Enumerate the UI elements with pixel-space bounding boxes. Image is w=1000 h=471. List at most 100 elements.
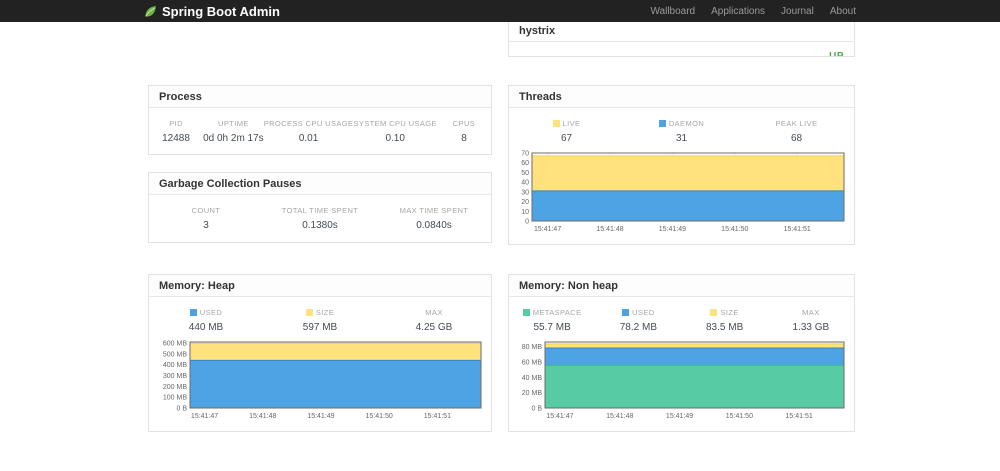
svg-text:50: 50 (521, 170, 529, 177)
svg-text:40 MB: 40 MB (522, 375, 543, 382)
legend-swatch-daemon (658, 120, 666, 127)
svg-text:20 MB: 20 MB (522, 390, 543, 397)
brand-title: Spring Boot Admin (162, 3, 280, 19)
metric-pid: PID 12488 (149, 119, 203, 144)
legend-metaspace: METASPACE 55.7 MB (509, 308, 595, 333)
memory-heap-card: Memory: Heap USED 440 MB SIZE 597 MB MAX… (148, 274, 492, 432)
legend-value: 440 MB (188, 322, 224, 333)
legend-label: MAX (377, 308, 491, 317)
legend-label: PEAK LIVE (739, 119, 854, 128)
svg-text:60 MB: 60 MB (522, 359, 543, 366)
process-metrics: PID 12488 UPTIME 0d 0h 2m 17s PROCESS CP… (149, 108, 491, 144)
svg-text:0: 0 (525, 219, 529, 226)
legend-size: SIZE 83.5 MB (682, 308, 768, 333)
legend-swatch-size (710, 309, 718, 316)
nonheap-card-title: Memory: Non heap (509, 275, 854, 297)
svg-text:15:41:49: 15:41:49 (659, 226, 686, 233)
metric-label: COUNT (191, 206, 221, 215)
metric-value: 12488 (162, 133, 190, 144)
svg-text:15:41:48: 15:41:48 (596, 226, 623, 233)
legend-label: DAEMON (624, 119, 739, 128)
legend-value: 597 MB (302, 322, 338, 333)
legend-label-text: SIZE (315, 308, 335, 317)
legend-label-text: USED (199, 308, 223, 317)
navbar: Spring Boot Admin Wallboard Applications… (0, 0, 1000, 22)
metric-uptime: UPTIME 0d 0h 2m 17s (203, 119, 264, 144)
svg-text:300 MB: 300 MB (163, 373, 187, 380)
svg-text:15:41:51: 15:41:51 (424, 413, 451, 420)
legend-value: 55.7 MB (533, 322, 571, 333)
svg-text:30: 30 (521, 189, 529, 196)
legend-label-text: METASPACE (532, 308, 582, 317)
metric-process-cpu-usage: PROCESS CPU USAGE 0.01 (264, 119, 354, 144)
legend-value: 31 (675, 133, 688, 144)
legend-daemon: DAEMON 31 (624, 119, 739, 144)
svg-text:200 MB: 200 MB (163, 384, 187, 391)
gc-card-title: Garbage Collection Pauses (149, 173, 491, 195)
svg-text:0 B: 0 B (531, 406, 542, 413)
legend-label-text: USED (632, 308, 655, 317)
application-status-card: hystrix UP (508, 22, 855, 57)
svg-text:15:41:47: 15:41:47 (191, 413, 218, 420)
svg-text:15:41:50: 15:41:50 (366, 413, 393, 420)
legend-label-text: MAX (802, 308, 820, 317)
legend-max: MAX 1.33 GB (768, 308, 854, 333)
gc-metrics: COUNT 3 TOTAL TIME SPENT 0.1380s MAX TIM… (149, 195, 491, 231)
navbar-inner: Spring Boot Admin Wallboard Applications… (144, 0, 856, 22)
nonheap-legend: METASPACE 55.7 MB USED 78.2 MB SIZE 83.5… (509, 297, 854, 333)
legend-label-text: MAX (425, 308, 443, 317)
nav-link-wallboard[interactable]: Wallboard (650, 6, 695, 17)
legend-label: SIZE (263, 308, 377, 317)
legend-used: USED 440 MB (149, 308, 263, 333)
legend-value: 83.5 MB (706, 322, 744, 333)
brand[interactable]: Spring Boot Admin (144, 4, 280, 19)
gc-pauses-card: Garbage Collection Pauses COUNT 3 TOTAL … (148, 172, 492, 243)
memory-heap-chart: 600 MB 500 MB 400 MB 300 MB 200 MB 100 MB 0 B 1… (157, 339, 483, 421)
metric-value: 0.0840s (416, 220, 452, 231)
legend-used: USED 78.2 MB (595, 308, 681, 333)
metric-label: TOTAL TIME SPENT (281, 206, 359, 215)
process-card-title: Process (149, 86, 491, 108)
legend-peak-live: PEAK LIVE 68 (739, 119, 854, 144)
heap-legend: USED 440 MB SIZE 597 MB MAX 4.25 GB (149, 297, 491, 333)
svg-text:0 B: 0 B (176, 406, 187, 413)
svg-text:100 MB: 100 MB (163, 395, 187, 402)
legend-label: USED (149, 308, 263, 317)
metric-label: PROCESS CPU USAGE (263, 119, 354, 128)
svg-text:15:41:49: 15:41:49 (666, 413, 693, 420)
legend-swatch-used (189, 309, 197, 316)
svg-text:60: 60 (521, 160, 529, 167)
application-row[interactable]: hystrix (509, 22, 854, 42)
legend-value: 67 (560, 133, 573, 144)
metric-gc-total-time: TOTAL TIME SPENT 0.1380s (263, 206, 377, 231)
legend-value: 68 (790, 133, 803, 144)
nav-link-about[interactable]: About (830, 6, 856, 17)
legend-label-text: LIVE (562, 119, 581, 128)
svg-text:15:41:50: 15:41:50 (726, 413, 753, 420)
svg-text:15:41:47: 15:41:47 (546, 413, 573, 420)
legend-label: MAX (768, 308, 854, 317)
metric-gc-count: COUNT 3 (149, 206, 263, 231)
legend-value: 78.2 MB (619, 322, 657, 333)
memory-nonheap-card: Memory: Non heap METASPACE 55.7 MB USED … (508, 274, 855, 432)
nav-link-journal[interactable]: Journal (781, 6, 814, 17)
svg-text:40: 40 (521, 180, 529, 187)
metric-value: 8 (461, 133, 467, 144)
nav-links: Wallboard Applications Journal About (650, 6, 856, 17)
svg-text:70: 70 (521, 151, 529, 158)
svg-text:15:41:50: 15:41:50 (721, 226, 748, 233)
svg-text:600 MB: 600 MB (163, 341, 187, 348)
legend-swatch-metaspace (522, 309, 530, 316)
svg-text:15:41:51: 15:41:51 (784, 226, 811, 233)
svg-text:15:41:47: 15:41:47 (534, 226, 561, 233)
metric-value: 0.1380s (302, 220, 338, 231)
legend-value: 4.25 GB (415, 322, 453, 333)
memory-nonheap-chart: 80 MB 60 MB 40 MB 20 MB 0 B 15:41:47 15:41:48 1… (517, 339, 846, 421)
nav-link-applications[interactable]: Applications (711, 6, 765, 17)
legend-size: SIZE 597 MB (263, 308, 377, 333)
metric-value: 0.01 (298, 133, 319, 144)
application-name: hystrix (519, 25, 556, 37)
metric-label: PID (169, 119, 183, 128)
svg-text:20: 20 (521, 199, 529, 206)
legend-label-text: SIZE (720, 308, 739, 317)
